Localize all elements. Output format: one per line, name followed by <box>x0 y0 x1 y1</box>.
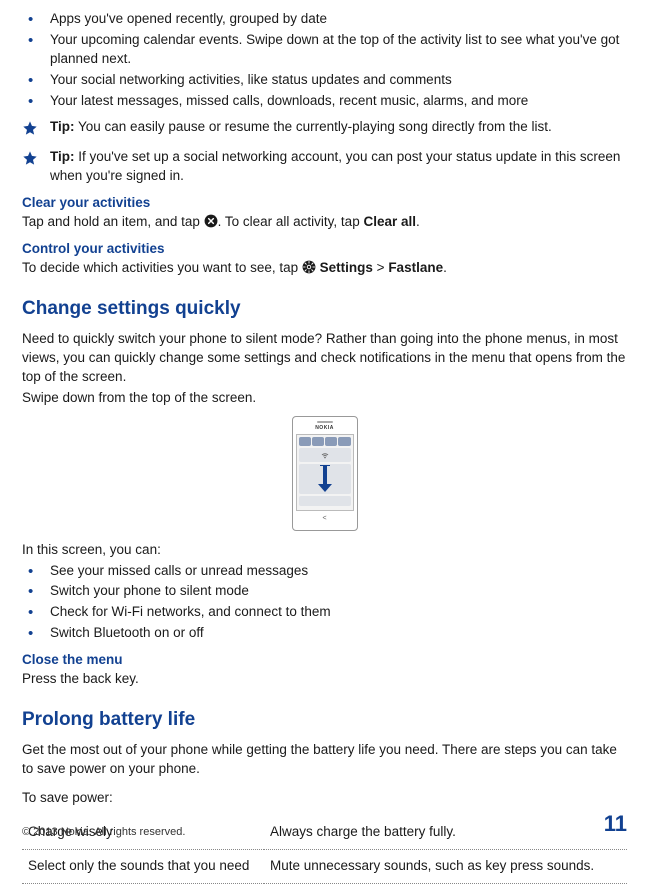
activity-feature-list: Apps you've opened recently, grouped by … <box>22 10 627 110</box>
battery-intro: Get the most out of your phone while get… <box>22 741 627 779</box>
clear-activities-heading: Clear your activities <box>22 194 627 213</box>
list-item: Check for Wi-Fi networks, and connect to… <box>22 603 627 622</box>
delete-circle-icon <box>204 214 218 228</box>
list-item: See your missed calls or unread messages <box>22 562 627 581</box>
in-this-screen-text: In this screen, you can: <box>22 541 627 560</box>
list-item: Your social networking activities, like … <box>22 71 627 90</box>
tip-label: Tip: <box>50 149 75 164</box>
star-icon <box>22 120 40 142</box>
change-settings-heading: Change settings quickly <box>22 296 627 323</box>
battery-heading: Prolong battery life <box>22 707 627 734</box>
swipe-instruction: Swipe down from the top of the screen. <box>22 389 627 408</box>
control-activities-heading: Control your activities <box>22 240 627 259</box>
close-menu-text: Press the back key. <box>22 670 627 689</box>
tip-2: Tip: If you've set up a social networkin… <box>22 148 627 186</box>
table-cell-left: Select only the sounds that you need <box>22 850 264 884</box>
clear-activities-text: Tap and hold an item, and tap . To clear… <box>22 213 627 232</box>
list-item: Your upcoming calendar events. Swipe dow… <box>22 31 627 69</box>
list-item: Switch your phone to silent mode <box>22 582 627 601</box>
close-menu-heading: Close the menu <box>22 651 627 670</box>
table-row: Select only the sounds that you need Mut… <box>22 850 627 884</box>
tip-1: Tip: You can easily pause or resume the … <box>22 118 627 142</box>
to-save-text: To save power: <box>22 789 627 808</box>
tip-text: Tip: You can easily pause or resume the … <box>50 118 627 137</box>
page-number: 11 <box>604 809 627 840</box>
wifi-tile-icon <box>299 448 351 462</box>
phone-logo: NOKIA <box>296 425 354 432</box>
page-footer: © 2013 Nokia. All rights reserved. 11 <box>22 809 627 840</box>
star-icon <box>22 150 40 172</box>
list-item: Your latest messages, missed calls, down… <box>22 92 627 111</box>
list-item: Apps you've opened recently, grouped by … <box>22 10 627 29</box>
phone-illustration: NOKIA < <box>22 416 627 531</box>
quick-settings-list: See your missed calls or unread messages… <box>22 562 627 644</box>
table-cell-right: Mute unnecessary sounds, such as key pre… <box>264 850 627 884</box>
change-settings-intro: Need to quickly switch your phone to sil… <box>22 330 627 387</box>
control-activities-text: To decide which activities you want to s… <box>22 259 627 278</box>
tip-text: Tip: If you've set up a social networkin… <box>50 148 627 186</box>
copyright-text: © 2013 Nokia. All rights reserved. <box>22 825 185 840</box>
list-item: Switch Bluetooth on or off <box>22 624 627 643</box>
back-key-icon: < <box>296 514 354 524</box>
settings-gear-icon <box>302 260 316 274</box>
swipe-arrow-icon <box>299 464 351 494</box>
tip-label: Tip: <box>50 119 75 134</box>
